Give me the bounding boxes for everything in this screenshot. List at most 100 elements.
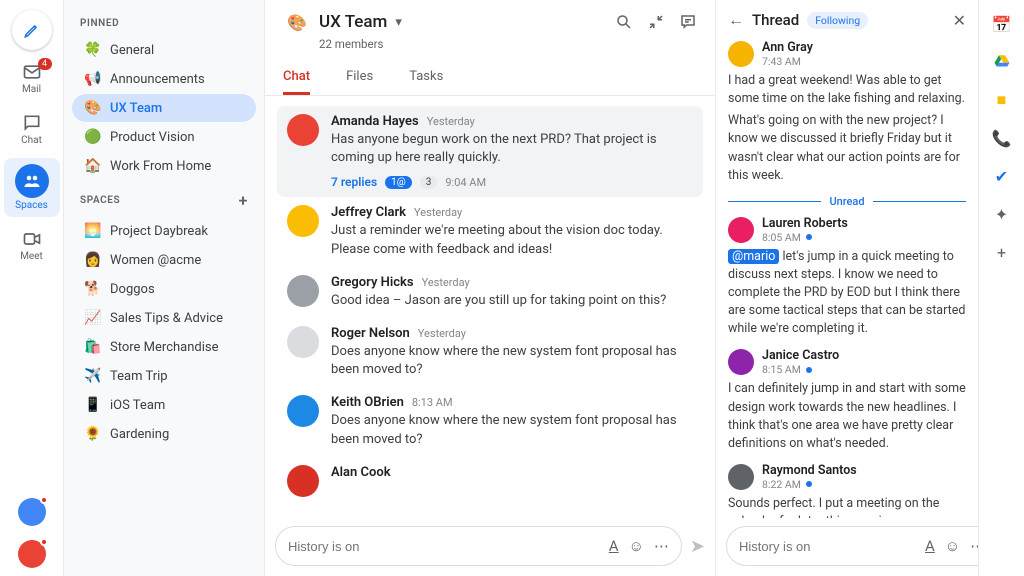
sidebar-item[interactable]: 🌅Project Daybreak: [72, 217, 256, 245]
message-time: 8:13 AM: [412, 396, 453, 409]
more-icon[interactable]: ⋯: [654, 537, 669, 555]
message-text: Has anyone begun work on the next PRD? T…: [331, 131, 693, 167]
sidebar-item[interactable]: 📢Announcements: [72, 65, 256, 93]
message[interactable]: Gregory HicksYesterdayGood idea – Jason …: [277, 267, 703, 318]
sidebar-item[interactable]: 🛍️Store Merchandise: [72, 333, 256, 361]
rail-spaces[interactable]: Spaces: [4, 158, 60, 217]
sidebar-item[interactable]: 👩Women @acme: [72, 246, 256, 274]
pinned-header: PINNED: [68, 8, 260, 35]
calendar-icon[interactable]: 📅: [992, 14, 1012, 34]
side-panel: 📅 ■ 📞 ✔ ✦ +: [978, 0, 1024, 576]
avatar: [287, 395, 319, 427]
reply-count[interactable]: 7 replies: [331, 175, 377, 189]
rail-meet[interactable]: Meet: [4, 223, 60, 268]
collapse-icon[interactable]: [647, 13, 665, 31]
drive-icon[interactable]: [992, 52, 1012, 72]
message[interactable]: Alan Cook: [277, 457, 703, 505]
search-icon[interactable]: [615, 13, 633, 31]
sidebar-item[interactable]: 🍀General: [72, 36, 256, 64]
space-dropdown-icon[interactable]: ▾: [395, 15, 402, 30]
space-emoji-icon: 📈: [84, 310, 100, 326]
thread-composer[interactable]: A ☺ ⋯: [726, 526, 998, 566]
sidebar-item[interactable]: 🐕Doggos: [72, 275, 256, 303]
sidebar-item-label: Doggos: [110, 282, 155, 297]
sidebar-item[interactable]: ✈️Team Trip: [72, 362, 256, 390]
sender-name: Ann Gray: [762, 40, 813, 55]
composer[interactable]: A ☺ ⋯: [275, 526, 682, 566]
tasks-icon[interactable]: ✔: [992, 166, 1012, 186]
sidebar-item-label: Work From Home: [110, 159, 211, 174]
thread-text: @mario let's jump in a quick meeting to …: [728, 248, 966, 339]
unread-dot-icon: [806, 481, 812, 487]
space-emoji-icon: 🛍️: [84, 339, 100, 355]
addons-icon[interactable]: ✦: [992, 204, 1012, 224]
thread-message[interactable]: Raymond Santos8:22 AM Sounds perfect. I …: [728, 463, 966, 518]
sender-name: Keith OBrien: [331, 395, 404, 410]
avatar: [287, 114, 319, 146]
following-chip[interactable]: Following: [807, 12, 868, 29]
thread-message[interactable]: Janice Castro8:15 AM I can definitely ju…: [728, 348, 966, 453]
add-panel-icon[interactable]: +: [992, 242, 1012, 262]
chat-icon: [22, 113, 42, 133]
tab-tasks[interactable]: Tasks: [409, 61, 443, 95]
sender-name: Raymond Santos: [762, 463, 857, 478]
thread-title: Thread: [752, 11, 799, 29]
message-list: Amanda HayesYesterdayHas anyone begun wo…: [265, 96, 715, 518]
thread-message[interactable]: Lauren Roberts8:05 AM @mario let's jump …: [728, 216, 966, 339]
space-emoji-icon: 🎨: [84, 100, 100, 116]
message-time: 8:05 AM: [762, 231, 848, 244]
rail-avatar-1[interactable]: [18, 498, 46, 526]
compose-button[interactable]: [12, 10, 52, 50]
mention[interactable]: @mario: [728, 249, 779, 264]
main-panel: 🎨 UX Team ▾ 22 members Chat Files Tasks …: [264, 0, 716, 576]
thread-close-icon[interactable]: ✕: [953, 11, 966, 30]
send-button[interactable]: ➤: [690, 536, 705, 557]
sidebar-item-label: Sales Tips & Advice: [110, 311, 223, 326]
thread-format-icon[interactable]: A: [925, 537, 935, 555]
tab-files[interactable]: Files: [346, 61, 373, 95]
reply-chip: 3: [420, 176, 438, 189]
thread-text: I had a great weekend! Was able to get s…: [728, 72, 966, 108]
avatar: [728, 217, 754, 243]
avatar: [728, 349, 754, 375]
format-icon[interactable]: A: [609, 537, 619, 555]
add-space-button[interactable]: +: [239, 191, 248, 210]
sidebar-item[interactable]: 🏠Work From Home: [72, 152, 256, 180]
message-text: Good idea – Jason are you still up for t…: [331, 292, 693, 310]
message-time: 7:43 AM: [762, 55, 813, 68]
thread-composer-input[interactable]: [739, 539, 915, 554]
emoji-icon[interactable]: ☺: [629, 537, 644, 555]
sidebar-item[interactable]: 🎨UX Team: [72, 94, 256, 122]
thread-emoji-icon[interactable]: ☺: [945, 537, 960, 555]
sender-name: Amanda Hayes: [331, 114, 419, 129]
message[interactable]: Roger NelsonYesterdayDoes anyone know wh…: [277, 318, 703, 387]
message[interactable]: Keith OBrien8:13 AMDoes anyone know wher…: [277, 387, 703, 456]
message[interactable]: Jeffrey ClarkYesterdayJust a reminder we…: [277, 197, 703, 266]
message-text: Just a reminder we're meeting about the …: [331, 222, 693, 258]
rail-avatar-2[interactable]: [18, 540, 46, 568]
sidebar-item-label: Announcements: [110, 72, 205, 87]
sidebar-item[interactable]: 📈 Sales Tips & Advice: [72, 304, 256, 332]
sidebar-item-label: Gardening: [110, 427, 169, 442]
sidebar-item[interactable]: 📱iOS Team: [72, 391, 256, 419]
thread-text: Sounds perfect. I put a meeting on the c…: [728, 495, 966, 518]
sidebar-item-label: General: [110, 43, 154, 58]
thread-message[interactable]: Ann Gray7:43 AM I had a great weekend! W…: [728, 40, 966, 185]
sidebar-item[interactable]: 🟢Product Vision: [72, 123, 256, 151]
avatar: [287, 326, 319, 358]
thread-text: I can definitely jump in and start with …: [728, 380, 966, 453]
thread-list-icon[interactable]: [679, 13, 697, 31]
keep-icon[interactable]: ■: [992, 90, 1012, 110]
sidebar-item[interactable]: 🌻Gardening: [72, 420, 256, 448]
thread-back-icon[interactable]: ←: [728, 10, 744, 30]
sender-name: Alan Cook: [331, 465, 391, 480]
composer-input[interactable]: [288, 539, 599, 554]
rail-chat[interactable]: Chat: [4, 107, 60, 152]
contacts-icon[interactable]: 📞: [992, 128, 1012, 148]
message[interactable]: Amanda HayesYesterdayHas anyone begun wo…: [277, 106, 703, 197]
message-text: Does anyone know where the new system fo…: [331, 343, 693, 379]
tab-chat[interactable]: Chat: [283, 61, 310, 95]
rail-mail[interactable]: 4 Mail: [4, 56, 60, 101]
sidebar-item-label: iOS Team: [110, 398, 165, 413]
avatar: [728, 41, 754, 67]
